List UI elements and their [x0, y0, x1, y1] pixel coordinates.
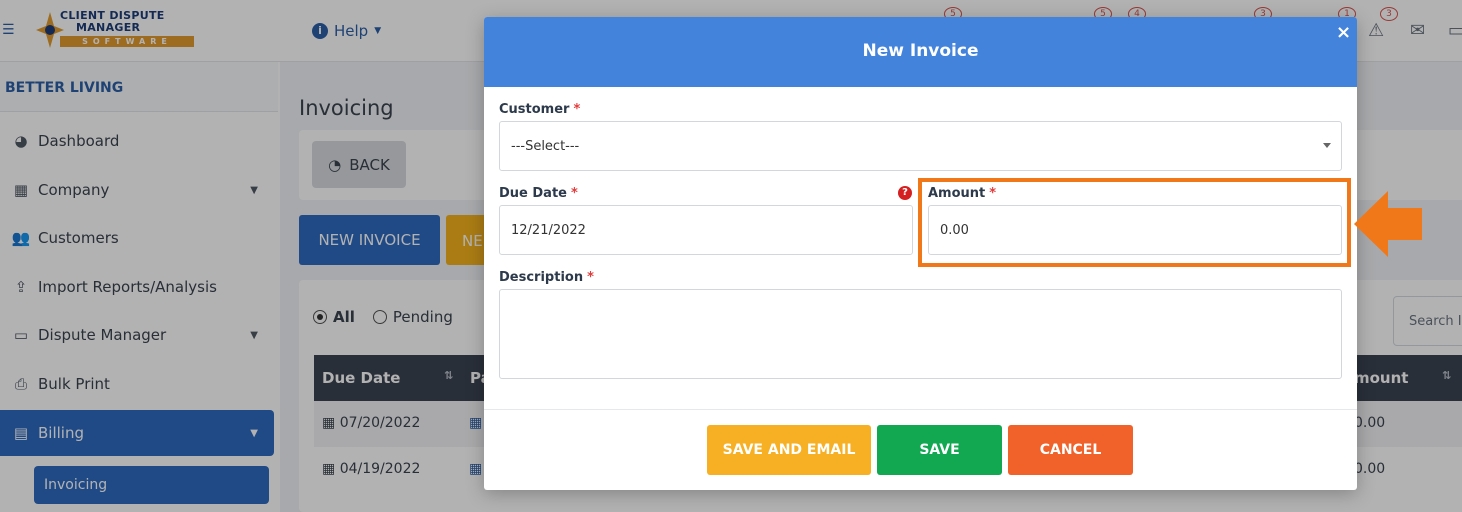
question-icon[interactable]: ?	[898, 186, 912, 200]
save-button[interactable]: SAVE	[877, 425, 1002, 475]
due-date-value: 12/21/2022	[511, 222, 586, 238]
customer-select[interactable]: ---Select---	[499, 121, 1342, 171]
cancel-button[interactable]: CANCEL	[1008, 425, 1133, 475]
save-and-email-button[interactable]: SAVE AND EMAIL	[707, 425, 871, 475]
customer-select-value: ---Select---	[511, 138, 580, 154]
caret-down-icon	[1323, 143, 1331, 148]
modal-header: New Invoice ×	[484, 17, 1357, 87]
pointer-arrow-icon	[1354, 191, 1422, 257]
description-textarea[interactable]	[499, 289, 1342, 379]
due-date-label: Due Date *	[499, 186, 578, 201]
close-icon[interactable]: ×	[1336, 22, 1351, 43]
amount-highlight-box	[918, 178, 1351, 267]
description-label: Description *	[499, 270, 594, 285]
modal-divider	[484, 409, 1357, 410]
modal-title: New Invoice	[862, 41, 979, 61]
customer-label: Customer *	[499, 102, 581, 117]
due-date-field[interactable]: 12/21/2022	[499, 205, 913, 255]
